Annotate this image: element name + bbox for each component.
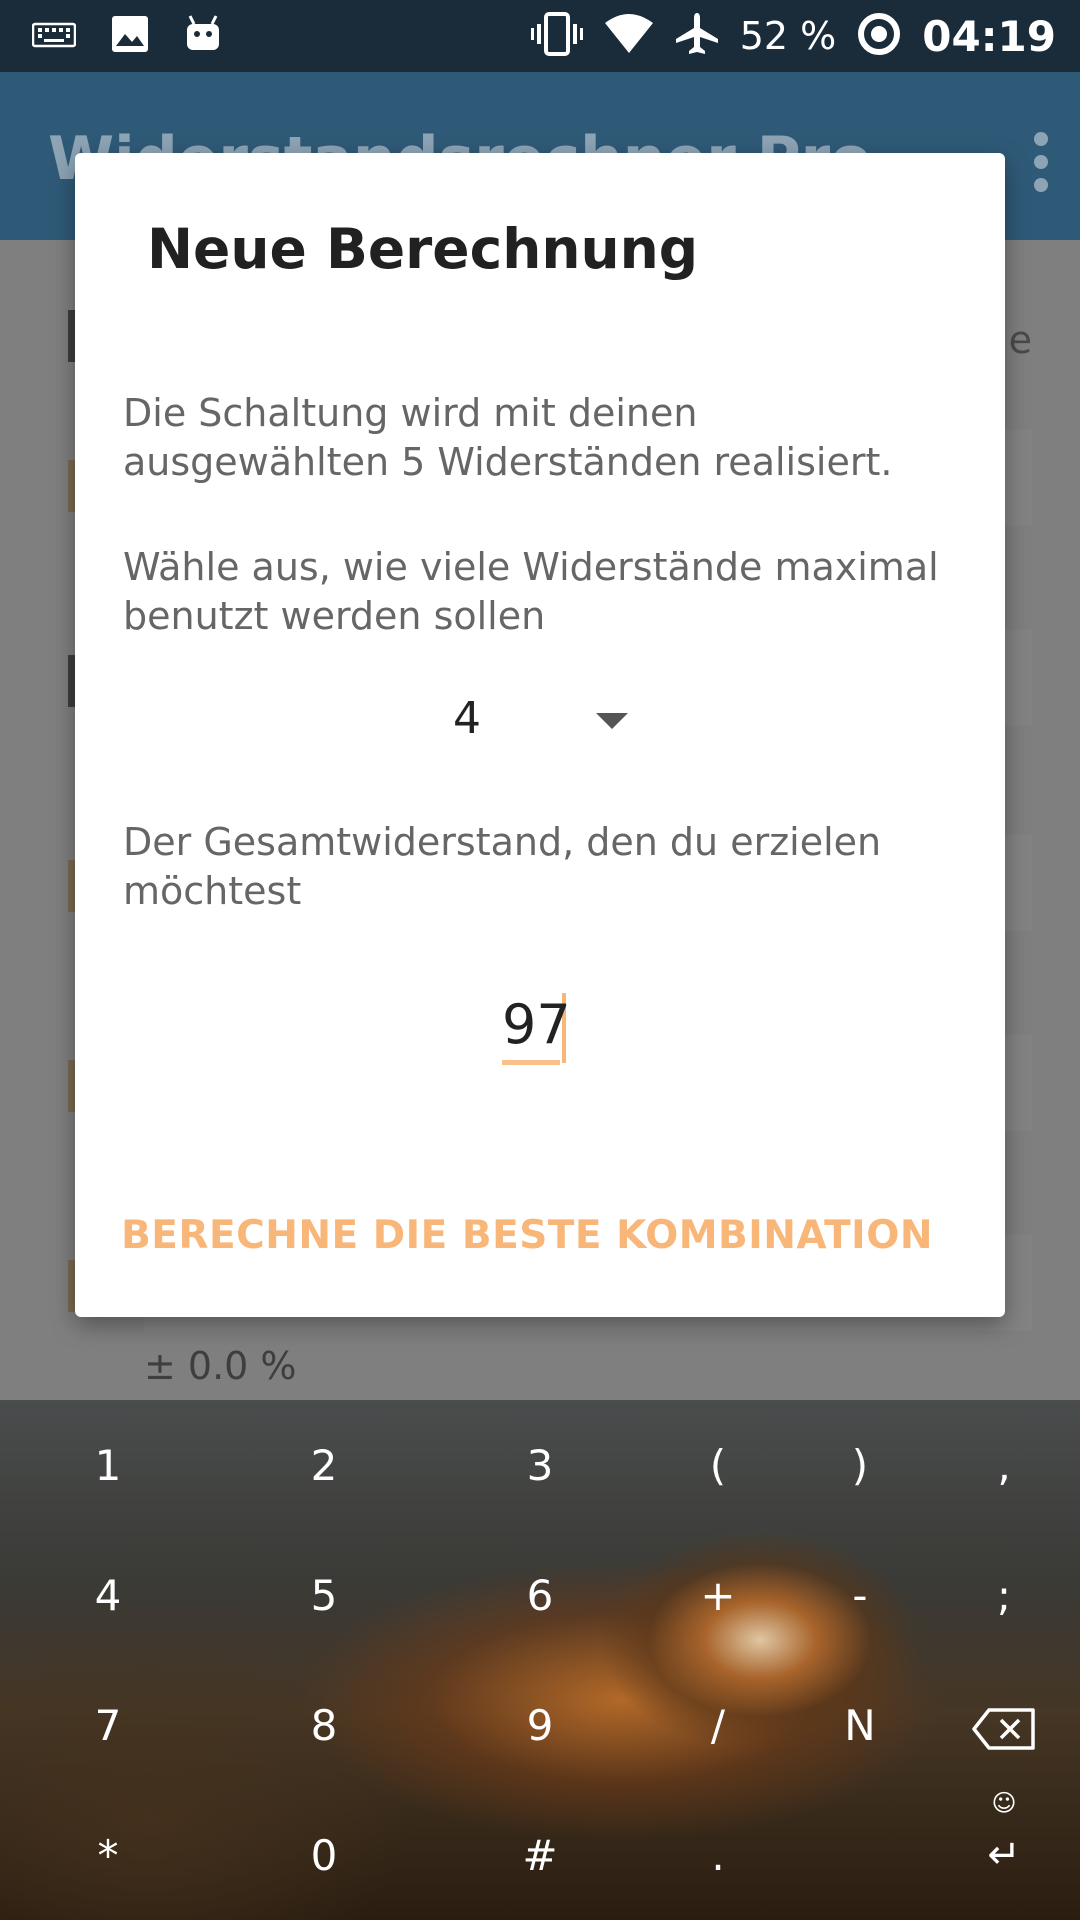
key-open-paren[interactable]: ( bbox=[658, 1426, 778, 1506]
key-0[interactable]: 0 bbox=[264, 1816, 384, 1896]
calculate-best-combination-button[interactable]: BERECHNE DIE BESTE KOMBINATION bbox=[121, 1213, 933, 1258]
target-resistance-input[interactable]: 97 bbox=[502, 993, 571, 1065]
key-plus[interactable]: + bbox=[658, 1556, 778, 1636]
tolerance-label: ± 0.0 % bbox=[144, 1344, 297, 1388]
key-minus[interactable]: - bbox=[800, 1556, 920, 1636]
key-slash[interactable]: / bbox=[658, 1686, 778, 1766]
key-8[interactable]: 8 bbox=[264, 1686, 384, 1766]
dialog-title: Neue Berechnung bbox=[147, 217, 699, 281]
image-icon bbox=[110, 14, 150, 58]
target-resistance-label: Der Gesamtwiderstand, den du erzielen mö… bbox=[123, 820, 882, 913]
spinner-value: 4 bbox=[453, 693, 481, 744]
dialog-info-text: Die Schaltung wird mit deinen ausgewählt… bbox=[123, 391, 893, 484]
overflow-menu-icon[interactable] bbox=[1034, 132, 1054, 201]
dropdown-arrow-icon bbox=[596, 713, 628, 729]
status-bar: 52 % 04:19 bbox=[0, 0, 1080, 72]
key-hash[interactable]: # bbox=[480, 1816, 600, 1896]
battery-percent: 52 % bbox=[739, 14, 837, 58]
max-resistors-label: Wähle aus, wie viele Widerstände maximal… bbox=[123, 545, 939, 638]
content-partial-text: e bbox=[1008, 318, 1032, 362]
wifi-icon bbox=[604, 13, 654, 59]
clock: 04:19 bbox=[922, 11, 1056, 61]
key-5[interactable]: 5 bbox=[264, 1556, 384, 1636]
key-semicolon[interactable]: ; bbox=[944, 1556, 1064, 1636]
vibrate-icon bbox=[530, 12, 584, 60]
target-resistance-input-wrap: 97 bbox=[75, 993, 1005, 1065]
key-close-paren[interactable]: ) bbox=[800, 1426, 920, 1506]
airplane-icon bbox=[674, 11, 720, 61]
key-9[interactable]: 9 bbox=[480, 1686, 600, 1766]
key-1[interactable]: 1 bbox=[48, 1426, 168, 1506]
enter-icon[interactable]: ↵ bbox=[944, 1830, 1064, 1880]
key-6[interactable]: 6 bbox=[480, 1556, 600, 1636]
key-2[interactable]: 2 bbox=[264, 1426, 384, 1506]
key-period[interactable]: . bbox=[658, 1816, 778, 1896]
key-7[interactable]: 7 bbox=[48, 1686, 168, 1766]
keyboard-icon bbox=[31, 20, 77, 52]
key-comma[interactable]: , bbox=[944, 1426, 1064, 1506]
emoji-icon[interactable]: ☺ bbox=[944, 1788, 1064, 1818]
key-4[interactable]: 4 bbox=[48, 1556, 168, 1636]
key-asterisk[interactable]: * bbox=[48, 1816, 168, 1896]
numeric-keyboard: 1 2 3 ( ) , 4 5 6 + - ; 7 8 9 / N * 0 # … bbox=[0, 1400, 1080, 1920]
backspace-key[interactable] bbox=[944, 1686, 1064, 1766]
new-calculation-dialog: Neue Berechnung Die Schaltung wird mit d… bbox=[75, 153, 1005, 1317]
key-n[interactable]: N bbox=[800, 1686, 920, 1766]
key-3[interactable]: 3 bbox=[480, 1426, 600, 1506]
backspace-icon bbox=[972, 1707, 1035, 1750]
android-icon bbox=[184, 14, 222, 58]
data-saver-icon bbox=[856, 11, 902, 61]
max-resistors-spinner[interactable]: 4 bbox=[453, 693, 653, 753]
